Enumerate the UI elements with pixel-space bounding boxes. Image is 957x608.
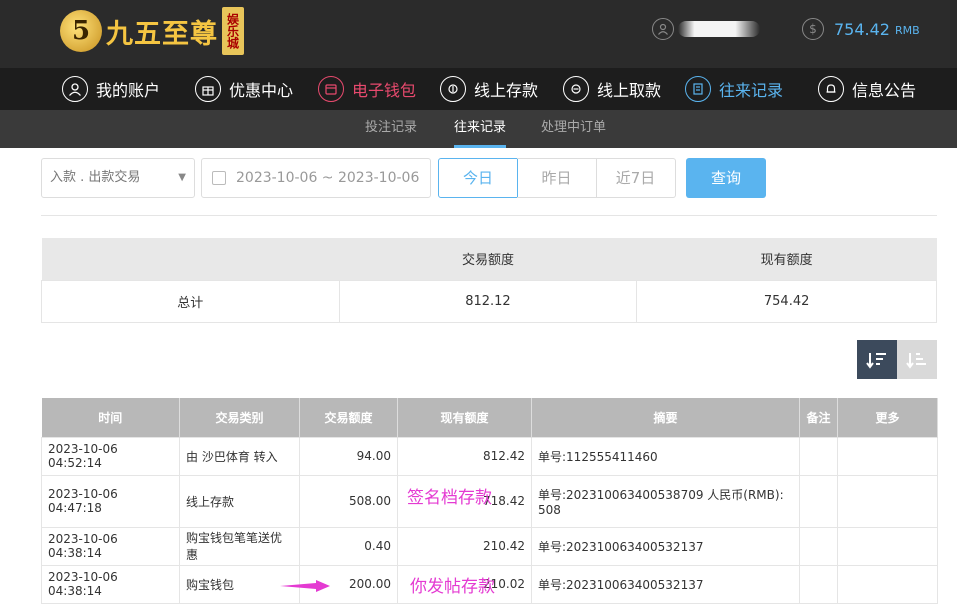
balance-unit: RMB: [894, 24, 920, 37]
table-header-row: 时间 交易类别 交易额度 现有额度 摘要 备注 更多: [41, 398, 938, 437]
nav-announcements[interactable]: 信息公告: [818, 74, 916, 104]
select-value: 入款 . 出款交易: [50, 170, 141, 185]
nav-online-deposit[interactable]: 线上存款: [440, 74, 538, 104]
user-icon: [62, 76, 88, 102]
cell-amount: 94.00: [299, 436, 398, 476]
nav-label: 我的账户: [96, 81, 161, 100]
calendar-icon: [212, 171, 226, 185]
nav-label: 线上存款: [474, 81, 539, 100]
withdraw-icon: [563, 76, 589, 102]
nav-label: 电子钱包: [352, 81, 417, 100]
user-area[interactable]: [652, 18, 760, 40]
cell-time: 2023-10-06 04:38:14: [41, 526, 180, 566]
table-row[interactable]: 2023-10-06 04:52:14 由 沙巴体育 转入 94.00 812.…: [41, 436, 938, 476]
summary-row-label: 总计: [41, 279, 340, 323]
nav-e-wallet[interactable]: 电子钱包: [318, 74, 416, 104]
header-more[interactable]: 更多: [837, 398, 938, 437]
header-type[interactable]: 交易类别: [179, 398, 300, 437]
cell-more[interactable]: [837, 564, 938, 604]
summary-header-amount: 交易额度: [339, 238, 637, 280]
cell-summary: 单号:202310063400538709 人民币(RMB): 508: [531, 474, 800, 528]
summary-balance: 754.42: [636, 279, 937, 323]
balance-display: $ 754.42 RMB: [802, 18, 920, 40]
header-remark[interactable]: 备注: [799, 398, 838, 437]
balance-amount: 754.42: [834, 19, 890, 39]
cell-remark: [799, 526, 838, 566]
tab-transaction-records[interactable]: 往来记录: [454, 110, 507, 148]
query-button[interactable]: 查询: [686, 158, 766, 198]
overlay-annotation-2: 你发帖存款: [410, 577, 495, 597]
nav-label: 优惠中心: [229, 81, 294, 100]
logo-text: 九五至尊: [106, 18, 218, 50]
sort-buttons: [857, 340, 937, 379]
nav-label: 信息公告: [852, 81, 917, 100]
summary-header-empty: [41, 238, 340, 280]
nav-promotions[interactable]: 优惠中心: [195, 74, 293, 104]
cell-remark: [799, 474, 838, 528]
cell-type: 购宝钱包笔笔送优惠: [179, 526, 300, 566]
tab-pending-orders[interactable]: 处理中订单: [541, 110, 606, 148]
sort-ascending-icon[interactable]: [897, 340, 937, 379]
nav-label: 线上取款: [597, 81, 662, 100]
last-7-days-button[interactable]: 近7日: [596, 158, 676, 198]
caret-down-icon: ▼: [178, 172, 186, 183]
user-avatar-icon: [652, 18, 674, 40]
deposit-icon: [440, 76, 466, 102]
cell-summary: 单号:202310063400532137: [531, 526, 800, 566]
arrow-right-icon: [280, 580, 330, 592]
nav-label: 往来记录: [719, 81, 784, 100]
main-nav: 我的账户 优惠中心 电子钱包 线上存款 线上取款 往来记录 信息公告: [0, 68, 957, 110]
date-range-value: 2023-10-06 ~ 2023-10-06: [236, 170, 420, 186]
dollar-icon: $: [802, 18, 824, 40]
transaction-type-select[interactable]: 入款 . 出款交易 ▼: [41, 158, 195, 198]
yesterday-button[interactable]: 昨日: [517, 158, 597, 198]
cell-amount: 0.40: [299, 526, 398, 566]
cell-type: 由 沙巴体育 转入: [179, 436, 300, 476]
summary-amount: 812.12: [338, 279, 638, 323]
sort-descending-icon[interactable]: [857, 340, 897, 379]
header-time[interactable]: 时间: [41, 398, 180, 437]
cell-time: 2023-10-06 04:38:14: [41, 564, 180, 604]
wallet-icon: [318, 76, 344, 102]
bell-icon: [818, 76, 844, 102]
sub-nav: 投注记录 往来记录 处理中订单: [0, 110, 957, 148]
logo-tag: 娱乐城: [222, 7, 244, 55]
cell-remark: [799, 564, 838, 604]
cell-time: 2023-10-06 04:47:18: [41, 474, 180, 528]
cell-more[interactable]: [837, 474, 938, 528]
top-bar: 5 九五至尊 娱乐城 $ 754.42 RMB: [0, 0, 957, 68]
header-balance[interactable]: 现有额度: [397, 398, 532, 437]
header-amount[interactable]: 交易额度: [299, 398, 398, 437]
gift-icon: [195, 76, 221, 102]
table-row[interactable]: 2023-10-06 04:38:14 购宝钱包笔笔送优惠 0.40 210.4…: [41, 526, 938, 566]
cell-balance: 210.42: [397, 526, 532, 566]
tab-bet-records[interactable]: 投注记录: [365, 110, 417, 148]
logo-badge: 5: [60, 10, 102, 52]
date-range-input[interactable]: 2023-10-06 ~ 2023-10-06: [201, 158, 431, 198]
cell-time: 2023-10-06 04:52:14: [41, 436, 180, 476]
nav-online-withdraw[interactable]: 线上取款: [563, 74, 661, 104]
nav-my-account[interactable]: 我的账户: [62, 74, 160, 104]
cell-remark: [799, 436, 838, 476]
cell-balance: 812.42: [397, 436, 532, 476]
today-button[interactable]: 今日: [438, 158, 518, 198]
username-redacted: [678, 21, 760, 37]
cell-summary: 单号:112555411460: [531, 436, 800, 476]
records-icon: [685, 76, 711, 102]
header-summary[interactable]: 摘要: [531, 398, 800, 437]
divider: [41, 215, 937, 216]
logo[interactable]: 5 九五至尊 娱乐城: [60, 6, 244, 56]
cell-summary: 单号:202310063400532137: [531, 564, 800, 604]
cell-type: 线上存款: [179, 474, 300, 528]
cell-more[interactable]: [837, 436, 938, 476]
cell-amount: 508.00: [299, 474, 398, 528]
nav-transaction-records[interactable]: 往来记录: [685, 74, 783, 104]
summary-table: 交易额度 现有额度 总计 812.12 754.42: [41, 238, 937, 323]
summary-header-balance: 现有额度: [636, 238, 937, 280]
cell-more[interactable]: [837, 526, 938, 566]
overlay-annotation-1: 签名档存款: [407, 488, 492, 508]
